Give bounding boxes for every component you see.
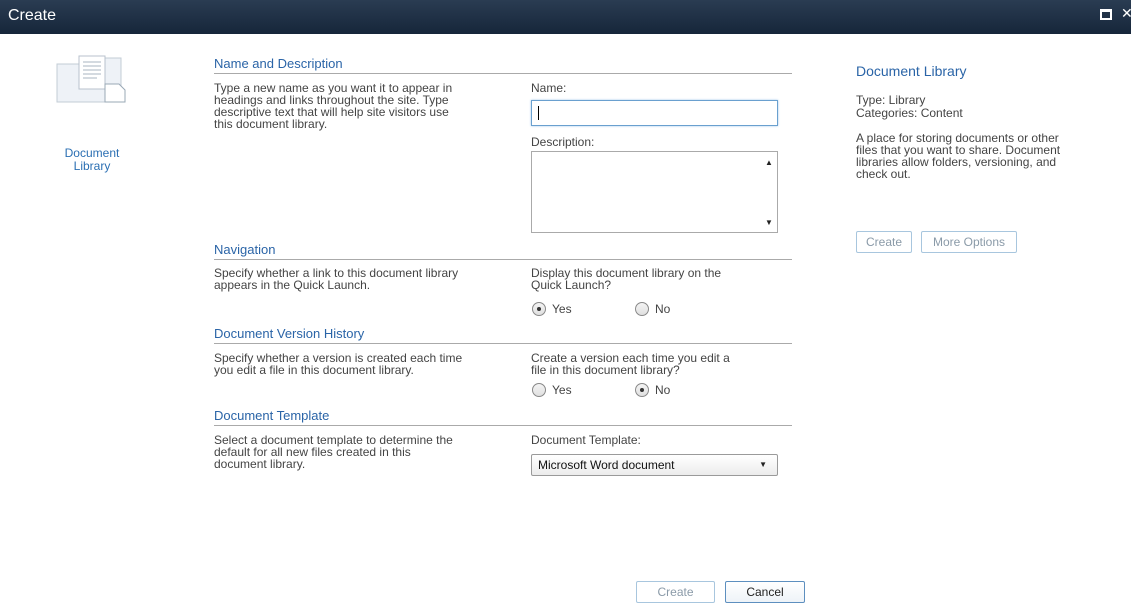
version-history-help: Specify whether a version is created eac… bbox=[214, 352, 514, 376]
radio-unselected-icon[interactable] bbox=[635, 302, 649, 316]
versioning-no-radio[interactable]: No bbox=[635, 383, 670, 397]
help-line: appears in the Quick Launch. bbox=[214, 278, 371, 292]
maximize-icon[interactable] bbox=[1100, 9, 1112, 20]
document-library-icon[interactable] bbox=[55, 54, 129, 104]
radio-label: No bbox=[655, 302, 671, 316]
dialog-title: Create bbox=[8, 7, 57, 24]
side-panel-categories: Categories: Content bbox=[856, 106, 963, 120]
quick-launch-yes-radio[interactable]: Yes bbox=[532, 302, 572, 316]
name-description-help: Type a new name as you want it to appear… bbox=[214, 82, 514, 130]
side-panel-description: A place for storing documents or other f… bbox=[856, 132, 1106, 180]
footer-create-button[interactable]: Create bbox=[636, 581, 715, 603]
document-library-tile-label[interactable]: Document Library bbox=[50, 147, 134, 173]
question-line: file in this document library? bbox=[531, 363, 680, 377]
scroll-down-icon[interactable]: ▼ bbox=[765, 218, 773, 227]
radio-label: No bbox=[655, 383, 671, 397]
help-line: you edit a file in this document library… bbox=[214, 363, 414, 377]
scroll-up-icon[interactable]: ▲ bbox=[765, 158, 773, 167]
text-caret bbox=[538, 106, 539, 120]
close-icon[interactable]: ✕ bbox=[1121, 5, 1131, 22]
section-title-name-description: Name and Description bbox=[214, 56, 792, 74]
description-textarea[interactable]: ▲ ▼ bbox=[531, 151, 778, 233]
section-title-version-history: Document Version History bbox=[214, 326, 792, 344]
description-label: Description: bbox=[531, 135, 595, 149]
radio-label: Yes bbox=[552, 302, 572, 316]
side-panel-type: Type: Library bbox=[856, 93, 926, 107]
chevron-down-icon[interactable]: ▼ bbox=[759, 460, 767, 469]
document-template-select[interactable]: Microsoft Word document ▼ bbox=[531, 454, 778, 476]
help-line: document library. bbox=[214, 457, 306, 471]
section-title-document-template: Document Template bbox=[214, 408, 792, 426]
radio-label: Yes bbox=[552, 383, 572, 397]
side-desc-line: check out. bbox=[856, 167, 911, 181]
section-title-navigation: Navigation bbox=[214, 242, 792, 260]
versioning-yes-radio[interactable]: Yes bbox=[532, 383, 572, 397]
name-label: Name: bbox=[531, 81, 567, 95]
navigation-help: Specify whether a link to this document … bbox=[214, 267, 514, 291]
quick-launch-question: Display this document library on the Qui… bbox=[531, 267, 721, 291]
template-help: Select a document template to determine … bbox=[214, 434, 514, 470]
radio-selected-icon[interactable] bbox=[532, 302, 546, 316]
question-line: Quick Launch? bbox=[531, 278, 612, 292]
help-line: this document library. bbox=[214, 117, 328, 131]
tile-label-line: Library bbox=[73, 159, 111, 173]
textarea-scrollbar[interactable]: ▲ ▼ bbox=[761, 152, 777, 232]
radio-selected-icon[interactable] bbox=[635, 383, 649, 397]
side-create-button[interactable]: Create bbox=[856, 231, 912, 253]
select-value: Microsoft Word document bbox=[538, 458, 675, 472]
versioning-question: Create a version each time you edit a fi… bbox=[531, 352, 730, 376]
name-input[interactable] bbox=[531, 100, 778, 126]
cancel-button[interactable]: Cancel bbox=[725, 581, 805, 603]
quick-launch-no-radio[interactable]: No bbox=[635, 302, 670, 316]
radio-unselected-icon[interactable] bbox=[532, 383, 546, 397]
dialog-titlebar: Create ✕ bbox=[0, 0, 1131, 34]
side-panel-title: Document Library bbox=[856, 63, 967, 79]
more-options-button[interactable]: More Options bbox=[921, 231, 1017, 253]
document-template-label: Document Template: bbox=[531, 433, 641, 447]
